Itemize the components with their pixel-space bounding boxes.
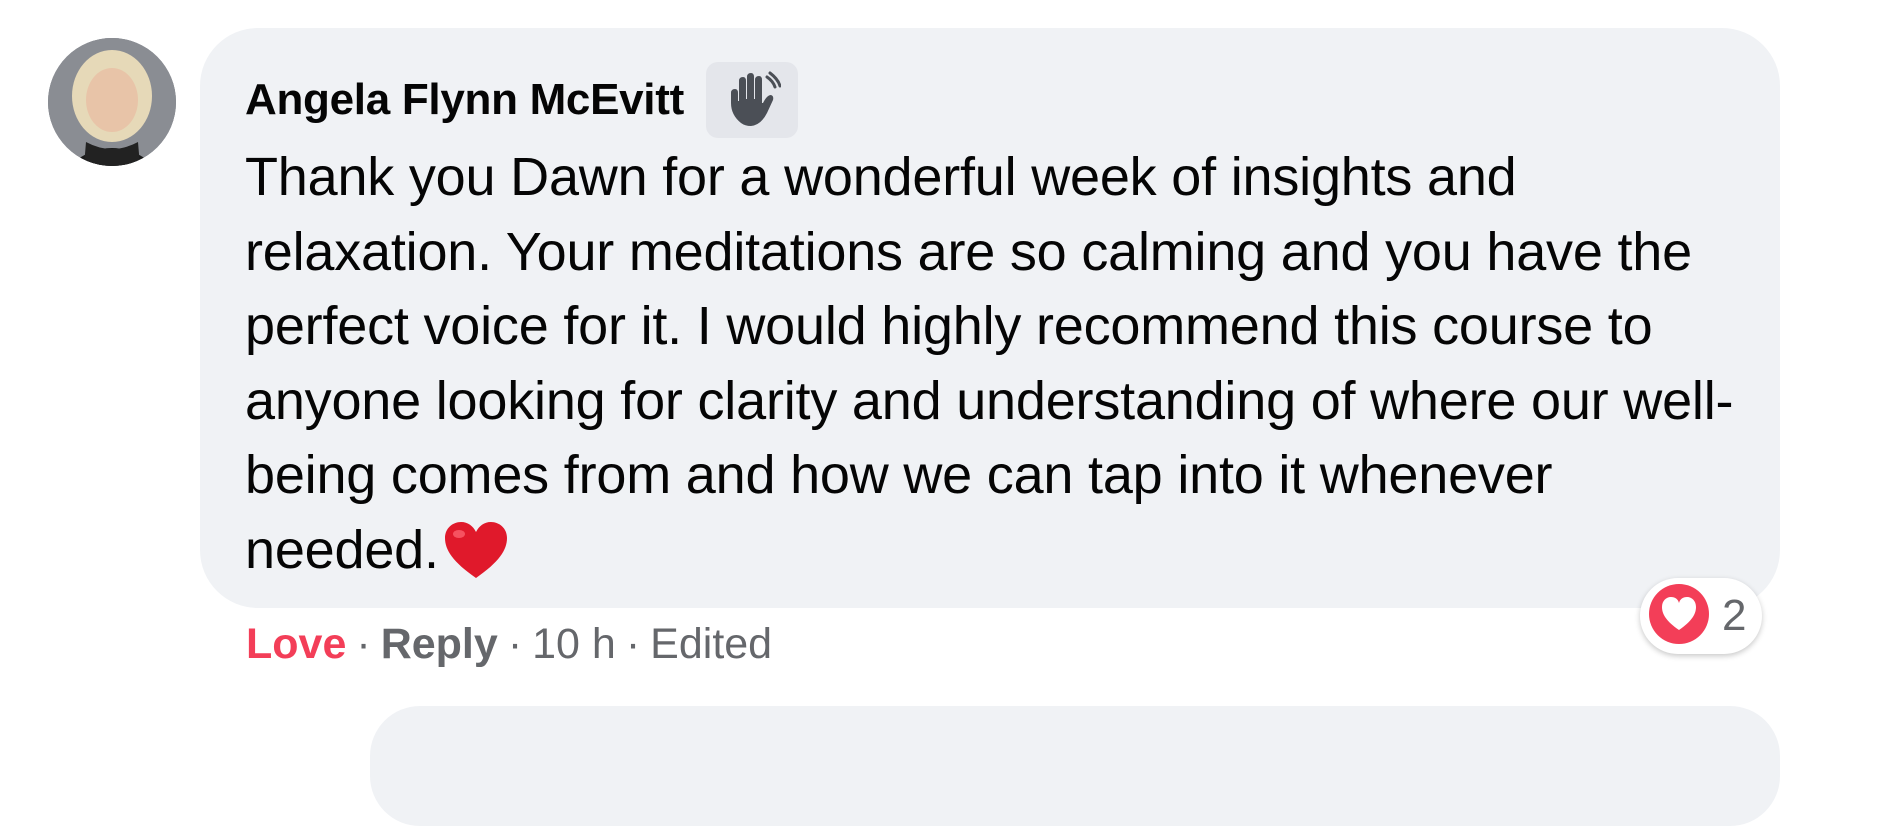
avatar[interactable] <box>48 38 176 166</box>
comment-actions: Love · Reply · 10 h · Edited <box>246 620 772 669</box>
love-reaction-icon <box>1648 583 1710 650</box>
timestamp[interactable]: 10 h <box>532 620 616 669</box>
waving-hand-icon[interactable] <box>705 62 798 138</box>
reaction-summary[interactable]: 2 <box>1640 578 1763 654</box>
next-comment-bubble <box>370 706 1780 826</box>
love-button[interactable]: Love <box>246 620 346 669</box>
author-name[interactable]: Angela Flynn McEvitt <box>245 75 684 125</box>
reaction-count: 2 <box>1722 591 1747 640</box>
separator: · <box>625 620 641 668</box>
separator: · <box>356 620 371 668</box>
comment-header: Angela Flynn McEvitt <box>245 62 1736 138</box>
comment-body: Thank you Dawn for a wonderful week of i… <box>245 147 1734 580</box>
comment-bubble: Angela Flynn McEvitt Thank you Dawn for … <box>200 28 1780 608</box>
edited-label[interactable]: Edited <box>650 620 772 669</box>
profile-photo <box>48 38 176 166</box>
comment-text: Thank you Dawn for a wonderful week of i… <box>245 140 1745 599</box>
separator: · <box>507 620 523 668</box>
reply-button[interactable]: Reply <box>381 620 498 669</box>
red-heart-icon <box>443 520 509 600</box>
